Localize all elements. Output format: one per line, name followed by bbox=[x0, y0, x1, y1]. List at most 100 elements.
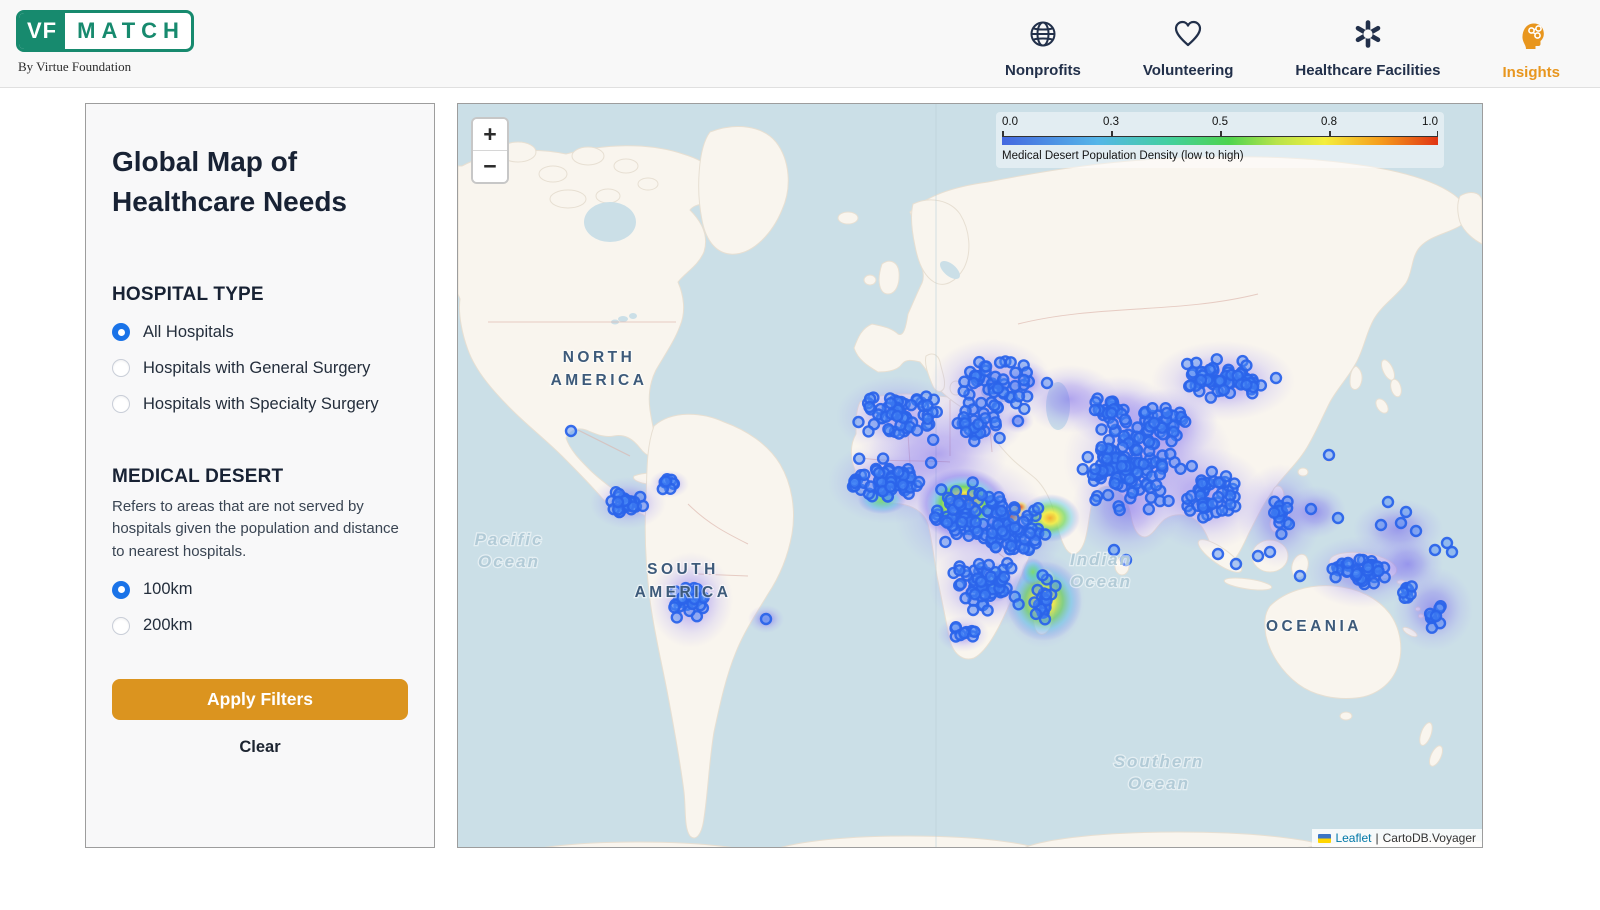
map-marker[interactable] bbox=[859, 470, 869, 480]
map-marker[interactable] bbox=[1147, 403, 1157, 413]
map-marker[interactable] bbox=[1282, 503, 1292, 513]
map-marker[interactable] bbox=[906, 400, 916, 410]
apply-filters-button[interactable]: Apply Filters bbox=[112, 679, 408, 720]
map-marker[interactable] bbox=[661, 477, 671, 487]
map-marker[interactable] bbox=[854, 417, 864, 427]
map-marker[interactable] bbox=[995, 358, 1005, 368]
map-marker[interactable] bbox=[974, 559, 984, 569]
nav-item-volunteering[interactable]: Volunteering bbox=[1143, 18, 1234, 81]
map-marker[interactable] bbox=[1265, 547, 1275, 557]
map-marker[interactable] bbox=[993, 383, 1003, 393]
map-marker[interactable] bbox=[1117, 461, 1127, 471]
map-marker[interactable] bbox=[942, 518, 952, 528]
map-marker[interactable] bbox=[1180, 417, 1190, 427]
map-marker[interactable] bbox=[1051, 581, 1061, 591]
map-marker[interactable] bbox=[1430, 545, 1440, 555]
map-marker[interactable] bbox=[1369, 578, 1379, 588]
map-marker[interactable] bbox=[1207, 499, 1217, 509]
map-marker[interactable] bbox=[981, 362, 991, 372]
radio-button-icon[interactable] bbox=[112, 617, 130, 635]
map-marker[interactable] bbox=[968, 477, 978, 487]
map-marker[interactable] bbox=[1253, 551, 1263, 561]
map-marker[interactable] bbox=[1164, 496, 1174, 506]
map-marker[interactable] bbox=[1041, 590, 1051, 600]
map-marker[interactable] bbox=[1127, 488, 1137, 498]
map-marker[interactable] bbox=[854, 454, 864, 464]
map-marker[interactable] bbox=[1165, 449, 1175, 459]
map-marker[interactable] bbox=[1019, 517, 1029, 527]
map-marker[interactable] bbox=[1295, 571, 1305, 581]
map-marker[interactable] bbox=[1269, 508, 1279, 518]
map-marker[interactable] bbox=[864, 426, 874, 436]
map-marker[interactable] bbox=[1132, 445, 1142, 455]
map-marker[interactable] bbox=[951, 486, 961, 496]
map-marker[interactable] bbox=[1019, 375, 1029, 385]
map-marker[interactable] bbox=[940, 537, 950, 547]
map-marker[interactable] bbox=[976, 577, 986, 587]
map-marker[interactable] bbox=[994, 492, 1004, 502]
map-marker[interactable] bbox=[986, 572, 996, 582]
map-marker[interactable] bbox=[1383, 497, 1393, 507]
map-marker[interactable] bbox=[1396, 518, 1406, 528]
map-marker[interactable] bbox=[672, 612, 682, 622]
map-marker[interactable] bbox=[1241, 360, 1251, 370]
map-marker[interactable] bbox=[1185, 380, 1195, 390]
map-marker[interactable] bbox=[930, 512, 940, 522]
leaflet-link[interactable]: Leaflet bbox=[1335, 831, 1371, 845]
radio-button-icon[interactable] bbox=[112, 359, 130, 377]
map-marker[interactable] bbox=[1006, 541, 1016, 551]
map-marker[interactable] bbox=[1198, 512, 1208, 522]
map-marker[interactable] bbox=[898, 480, 908, 490]
map-marker[interactable] bbox=[1306, 504, 1316, 514]
map-marker[interactable] bbox=[956, 579, 966, 589]
map-marker[interactable] bbox=[1042, 378, 1052, 388]
map-marker[interactable] bbox=[1276, 529, 1286, 539]
map-marker[interactable] bbox=[1182, 359, 1192, 369]
map-marker[interactable] bbox=[613, 497, 623, 507]
map-marker[interactable] bbox=[983, 605, 993, 615]
world-map[interactable]: NORTHAMERICASOUTHAMERICAOCEANIAPacificOc… bbox=[457, 103, 1483, 848]
radio-general-surgery[interactable]: Hospitals with General Surgery bbox=[112, 359, 408, 378]
map-marker[interactable] bbox=[1014, 599, 1024, 609]
map-marker[interactable] bbox=[638, 501, 648, 511]
map-marker[interactable] bbox=[1343, 558, 1353, 568]
map-marker[interactable] bbox=[1151, 480, 1161, 490]
map-marker[interactable] bbox=[1196, 375, 1206, 385]
map-marker[interactable] bbox=[1097, 424, 1107, 434]
map-marker[interactable] bbox=[1431, 611, 1441, 621]
map-marker[interactable] bbox=[874, 468, 884, 478]
map-marker[interactable] bbox=[991, 542, 1001, 552]
map-marker[interactable] bbox=[1097, 442, 1107, 452]
map-marker[interactable] bbox=[996, 506, 1006, 516]
map-marker[interactable] bbox=[1427, 623, 1437, 633]
brand-logo[interactable]: VF MATCH By Virtue Foundation bbox=[16, 10, 194, 75]
map-marker[interactable] bbox=[1146, 493, 1156, 503]
map-marker[interactable] bbox=[761, 614, 771, 624]
map-marker[interactable] bbox=[1009, 513, 1019, 523]
map-marker[interactable] bbox=[991, 417, 1001, 427]
map-marker[interactable] bbox=[1144, 504, 1154, 514]
map-marker[interactable] bbox=[1083, 452, 1093, 462]
map-marker[interactable] bbox=[954, 498, 964, 508]
map-marker[interactable] bbox=[1242, 380, 1252, 390]
map-marker[interactable] bbox=[1090, 405, 1100, 415]
radio-all-hospitals[interactable]: All Hospitals bbox=[112, 323, 408, 342]
map-marker[interactable] bbox=[970, 627, 980, 637]
map-marker[interactable] bbox=[1231, 559, 1241, 569]
map-marker[interactable] bbox=[1125, 474, 1135, 484]
map-marker[interactable] bbox=[999, 572, 1009, 582]
map-marker[interactable] bbox=[893, 467, 903, 477]
radio-100km[interactable]: 100km bbox=[112, 580, 408, 599]
map-marker[interactable] bbox=[885, 482, 895, 492]
nav-item-healthcare-facilities[interactable]: Healthcare Facilities bbox=[1295, 18, 1440, 81]
map-marker[interactable] bbox=[1030, 597, 1040, 607]
map-marker[interactable] bbox=[1025, 528, 1035, 538]
radio-button-icon[interactable] bbox=[112, 581, 130, 599]
map-marker[interactable] bbox=[914, 477, 924, 487]
map-marker[interactable] bbox=[980, 590, 990, 600]
map-marker[interactable] bbox=[1411, 526, 1421, 536]
map-marker[interactable] bbox=[912, 425, 922, 435]
map-marker[interactable] bbox=[669, 602, 679, 612]
map-marker[interactable] bbox=[1102, 454, 1112, 464]
map-marker[interactable] bbox=[1107, 408, 1117, 418]
